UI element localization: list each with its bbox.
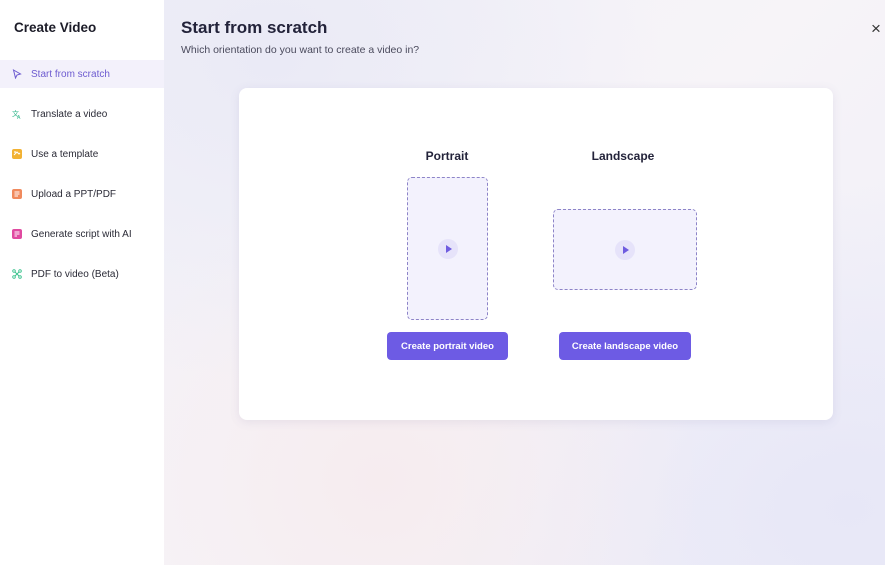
- main-panel: Start from scratch Which orientation do …: [164, 0, 885, 565]
- landscape-preview[interactable]: [553, 209, 697, 290]
- create-portrait-video-button[interactable]: Create portrait video: [387, 332, 508, 360]
- page-title: Start from scratch: [181, 18, 328, 37]
- landscape-label: Landscape: [591, 149, 655, 163]
- sidebar-item-label: Use a template: [31, 148, 99, 160]
- play-icon: [437, 238, 458, 259]
- sidebar-item-label: Start from scratch: [31, 68, 110, 80]
- sidebar-item-pdf-to-video[interactable]: PDF to video (Beta): [0, 260, 164, 288]
- play-icon: [615, 239, 635, 260]
- sidebar-item-upload-a-ppt-pdf[interactable]: Upload a PPT/PDF: [0, 180, 164, 208]
- sidebar-item-label: PDF to video (Beta): [31, 268, 119, 280]
- svg-text:A: A: [17, 115, 21, 119]
- network-icon: [12, 269, 22, 279]
- sidebar-item-label: Generate script with AI: [31, 228, 132, 240]
- sidebar-title: Create Video: [14, 20, 97, 35]
- portrait-preview[interactable]: [407, 177, 488, 320]
- sidebar-item-use-a-template[interactable]: Use a template: [0, 140, 164, 168]
- cursor-icon: [12, 69, 22, 79]
- sidebar-item-translate-a-video[interactable]: 文A Translate a video: [0, 100, 164, 128]
- orientation-card: Portrait Landscape Create portrait video…: [239, 88, 833, 420]
- sidebar-item-label: Upload a PPT/PDF: [31, 188, 117, 200]
- sidebar-item-label: Translate a video: [31, 108, 108, 120]
- sidebar-item-generate-script-with-ai[interactable]: Generate script with AI: [0, 220, 164, 248]
- template-icon: [12, 149, 22, 159]
- close-icon[interactable]: ×: [871, 20, 885, 38]
- sidebar-menu: Start from scratch 文A Translate a video …: [0, 60, 164, 300]
- translate-icon: 文A: [12, 109, 22, 119]
- page-subtitle: Which orientation do you want to create …: [181, 44, 420, 56]
- sidebar-item-start-from-scratch[interactable]: Start from scratch: [0, 60, 164, 88]
- document-icon: [12, 189, 22, 199]
- script-icon: [12, 229, 22, 239]
- create-landscape-video-button[interactable]: Create landscape video: [559, 332, 691, 360]
- portrait-label: Portrait: [425, 149, 469, 163]
- sidebar: Create Video Start from scratch 文A Trans…: [0, 0, 164, 565]
